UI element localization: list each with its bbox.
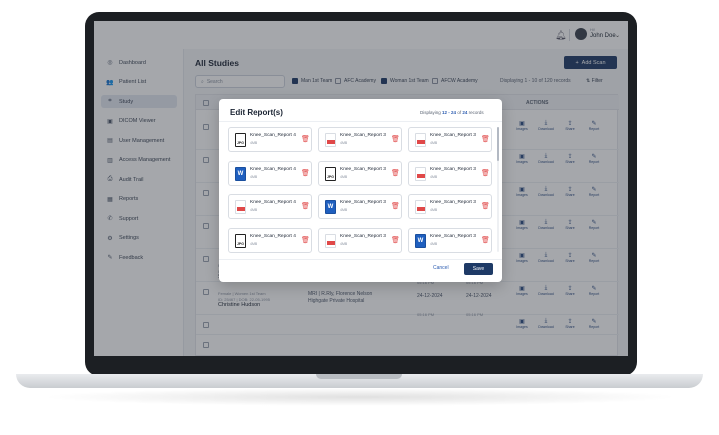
modal-title: Edit Report(s) bbox=[230, 108, 283, 117]
trash-icon[interactable]: 🗑︎ bbox=[391, 170, 400, 178]
file-name: Knee_Scan_Report 3 bbox=[430, 233, 476, 239]
report-file-card[interactable]: JPG Knee_Scan_Report 4 4MB 🗑︎ bbox=[228, 227, 312, 253]
file-size: 4MB bbox=[250, 241, 258, 246]
edit-reports-modal: Edit Report(s) Displaying 12 - 24 of 24 … bbox=[219, 99, 502, 282]
pdf-file-icon bbox=[325, 233, 336, 248]
trash-icon[interactable]: 🗑︎ bbox=[481, 136, 490, 144]
file-size: 4MB bbox=[340, 174, 348, 179]
file-size: 4MB bbox=[430, 174, 438, 179]
report-file-card[interactable]: Knee_Scan_Report 3 4MB 🗑︎ bbox=[408, 127, 492, 152]
report-file-card[interactable]: Knee_Scan_Report 3 4MB 🗑︎ bbox=[318, 127, 402, 152]
trash-icon[interactable]: 🗑︎ bbox=[391, 203, 400, 211]
report-file-card[interactable]: W Knee_Scan_Report 4 4MB 🗑︎ bbox=[228, 160, 312, 186]
file-size: 4MB bbox=[430, 208, 438, 212]
report-file-card[interactable]: W Knee_Scan_Report 3 4MB 🗑︎ bbox=[318, 194, 402, 219]
modal-records-count: Displaying 12 - 24 of 24 records bbox=[420, 110, 484, 115]
laptop-shadow bbox=[40, 388, 680, 406]
trash-icon[interactable]: 🗑︎ bbox=[481, 203, 490, 211]
file-name: Knee_Scan_Report 4 bbox=[250, 133, 296, 138]
file-name: Knee_Scan_Report 3 bbox=[430, 200, 476, 205]
report-file-card[interactable]: W Knee_Scan_Report 3 4MB 🗑︎ bbox=[408, 227, 492, 253]
trash-icon[interactable]: 🗑︎ bbox=[391, 136, 400, 144]
report-file-card[interactable]: Knee_Scan_Report 4 4MB 🗑︎ bbox=[228, 194, 312, 219]
report-file-card[interactable]: Knee_Scan_Report 3 4MB 🗑︎ bbox=[408, 160, 492, 186]
doc-file-icon: W bbox=[235, 166, 246, 181]
report-file-card[interactable]: Knee_Scan_Report 3 4MB 🗑︎ bbox=[408, 194, 492, 219]
trash-icon[interactable]: 🗑︎ bbox=[301, 237, 310, 245]
file-name: Knee_Scan_Report 3 bbox=[340, 133, 386, 138]
file-size: 4MB bbox=[250, 208, 258, 212]
pdf-file-icon bbox=[415, 200, 426, 214]
displaying-label: Displaying bbox=[420, 110, 441, 115]
file-name: Knee_Scan_Report 4 bbox=[250, 200, 296, 205]
records-label: records bbox=[468, 110, 484, 115]
save-button[interactable]: Save bbox=[464, 263, 493, 275]
file-name: Knee_Scan_Report 4 bbox=[250, 166, 296, 172]
of-label: of bbox=[457, 110, 462, 115]
file-name: Knee_Scan_Report 3 bbox=[340, 233, 386, 239]
pdf-file-icon bbox=[325, 133, 336, 147]
file-name: Knee_Scan_Report 3 bbox=[340, 200, 386, 205]
trash-icon[interactable]: 🗑︎ bbox=[481, 237, 490, 245]
file-name: Knee_Scan_Report 3 bbox=[430, 166, 476, 172]
jpg-file-icon: JPG bbox=[235, 233, 246, 248]
file-size: 4MB bbox=[250, 141, 258, 145]
trash-icon[interactable]: 🗑︎ bbox=[301, 136, 310, 144]
app-screen: 🔔︎ Hi! John Doe ⌄ ◎ Dashboard 👥 Patient Lis… bbox=[94, 21, 628, 356]
file-size: 4MB bbox=[340, 208, 348, 212]
file-size: 4MB bbox=[430, 141, 438, 145]
cancel-button[interactable]: Cancel bbox=[433, 265, 449, 271]
scrollbar-thumb[interactable] bbox=[497, 127, 499, 161]
doc-file-icon: W bbox=[325, 200, 336, 214]
jpg-file-icon: JPG bbox=[235, 133, 246, 147]
report-file-card[interactable]: JPG Knee_Scan_Report 3 4MB 🗑︎ bbox=[318, 160, 402, 186]
total-value: 24 bbox=[462, 110, 468, 115]
file-name: Knee_Scan_Report 3 bbox=[430, 133, 476, 138]
jpg-file-icon: JPG bbox=[325, 166, 336, 181]
file-size: 4MB bbox=[430, 241, 438, 246]
file-size: 4MB bbox=[340, 241, 348, 246]
trash-icon[interactable]: 🗑︎ bbox=[391, 237, 400, 245]
file-size: 4MB bbox=[340, 141, 348, 145]
pdf-file-icon bbox=[235, 200, 246, 214]
doc-file-icon: W bbox=[415, 233, 426, 248]
report-file-card[interactable]: JPG Knee_Scan_Report 4 4MB 🗑︎ bbox=[228, 127, 312, 152]
file-name: Knee_Scan_Report 3 bbox=[340, 166, 386, 172]
pdf-file-icon bbox=[415, 133, 426, 147]
file-size: 4MB bbox=[250, 174, 258, 179]
trash-icon[interactable]: 🗑︎ bbox=[301, 203, 310, 211]
trash-icon[interactable]: 🗑︎ bbox=[481, 170, 490, 178]
report-file-card[interactable]: Knee_Scan_Report 3 4MB 🗑︎ bbox=[318, 227, 402, 253]
divider bbox=[219, 259, 502, 260]
range-value: 12 - 24 bbox=[442, 110, 457, 115]
divider bbox=[219, 121, 502, 122]
pdf-file-icon bbox=[415, 166, 426, 181]
file-name: Knee_Scan_Report 4 bbox=[250, 233, 296, 239]
trash-icon[interactable]: 🗑︎ bbox=[301, 170, 310, 178]
laptop-notch bbox=[316, 374, 402, 379]
